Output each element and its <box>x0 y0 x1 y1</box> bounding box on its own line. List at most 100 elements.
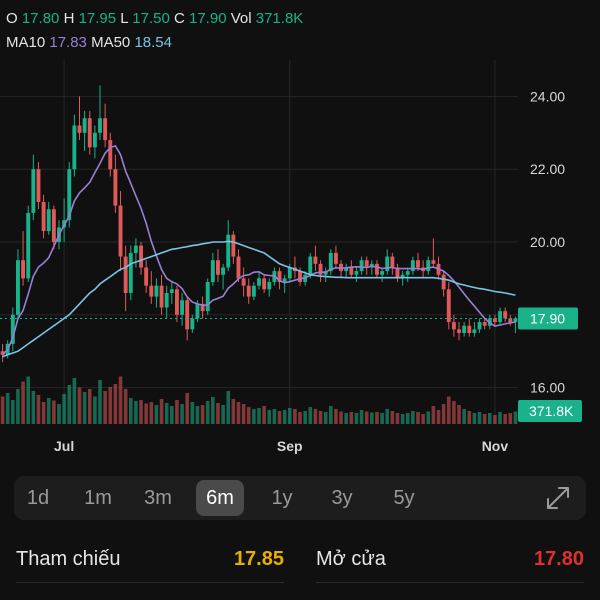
candle-body <box>333 252 338 264</box>
volume-bar <box>164 403 169 424</box>
candle-body <box>226 234 231 268</box>
volume-bar <box>144 403 148 424</box>
volume-bar <box>323 412 328 424</box>
candle-body <box>451 322 456 330</box>
candle-body <box>375 263 379 275</box>
volume-bar <box>318 411 323 424</box>
volume-bar <box>329 406 333 424</box>
open-price-label: Mở cửa <box>316 548 386 570</box>
timeframe-5y[interactable]: 5y <box>380 480 428 516</box>
volume-bar <box>241 404 246 424</box>
candle-body <box>246 285 251 297</box>
volume-bar <box>498 412 502 424</box>
candle-body <box>21 260 26 279</box>
candle-body <box>349 267 354 275</box>
timeframe-1m[interactable]: 1m <box>74 480 122 516</box>
volume-bar <box>416 412 420 424</box>
expand-icon[interactable] <box>544 484 572 512</box>
candle-body <box>31 169 36 213</box>
candle-body <box>262 278 267 290</box>
candle-body <box>257 278 261 286</box>
close-value: 17.90 <box>189 10 227 27</box>
candle-body <box>205 282 210 312</box>
volume-bar <box>16 389 20 424</box>
volume-bar <box>441 404 446 424</box>
candle-body <box>82 118 87 133</box>
candle-body <box>390 256 395 268</box>
candle-body <box>92 132 97 148</box>
moving-average-lines <box>0 144 518 358</box>
ma10-value: 17.83 <box>49 34 87 51</box>
volume-bar <box>452 401 456 424</box>
volume-label: Vol <box>230 10 252 27</box>
candle-body <box>457 329 461 333</box>
candle-body <box>503 311 508 319</box>
moving-average-summary: MA10 17.83 MA50 18.54 <box>6 34 172 51</box>
x-tick-label: Sep <box>277 438 303 454</box>
timeframe-3m[interactable]: 3m <box>134 480 182 516</box>
candle-body <box>118 205 123 257</box>
candle-body <box>416 260 420 268</box>
volume-bar <box>308 407 313 424</box>
last-price-label: 17.90 <box>530 310 565 326</box>
volume-bar <box>185 393 189 424</box>
volume-bar <box>221 405 225 424</box>
candle-body <box>190 318 195 330</box>
volume-bar <box>370 412 374 424</box>
candle-body <box>159 285 164 308</box>
volume-bar <box>477 412 482 424</box>
volume-bar <box>123 389 128 424</box>
volume-bar <box>41 402 46 424</box>
volume-bar <box>282 410 287 424</box>
timeframe-1y[interactable]: 1y <box>258 480 306 516</box>
volume-bar <box>11 400 15 424</box>
timeframe-6m[interactable]: 6m <box>196 480 244 516</box>
ma50-label: MA50 <box>91 34 131 51</box>
candle-body <box>185 300 190 330</box>
volume-bar <box>457 405 461 424</box>
volume-bar <box>354 413 359 424</box>
volume-bar <box>436 410 441 424</box>
volume-bar <box>375 412 379 424</box>
candle-body <box>477 322 482 330</box>
open-label: O <box>6 10 18 27</box>
volume-bar <box>108 387 113 424</box>
candle-body <box>144 267 149 286</box>
candle-body <box>313 256 318 264</box>
candle-body <box>441 274 446 290</box>
candle-body <box>169 289 174 293</box>
candle-body <box>103 118 108 141</box>
reference-price-label: Tham chiếu <box>16 548 121 570</box>
candle-body <box>405 271 410 275</box>
candle-body <box>46 209 51 232</box>
x-tick-label: Jul <box>54 438 74 454</box>
volume-bar <box>128 398 133 424</box>
candle-body <box>498 311 502 323</box>
volume-bar <box>487 413 492 424</box>
candle-body <box>482 322 487 326</box>
low-value: 17.50 <box>132 10 170 27</box>
candle-body <box>98 118 102 133</box>
candle-body <box>354 271 359 275</box>
volume-bar <box>98 380 102 424</box>
candle-body <box>241 278 246 286</box>
candle-body <box>154 285 159 297</box>
volume-bar <box>226 391 231 424</box>
timeframe-3y[interactable]: 3y <box>318 480 366 516</box>
candle-body <box>385 256 390 272</box>
volume-bar <box>493 415 497 424</box>
volume-bar <box>421 414 425 424</box>
volume-bar <box>67 385 72 424</box>
volume-bar <box>359 410 364 424</box>
volume-bar <box>426 411 431 424</box>
y-tick-label: 20.00 <box>530 234 565 250</box>
volume-bar <box>62 394 66 424</box>
volume-bar <box>380 413 384 424</box>
volume-bar <box>149 402 154 424</box>
candle-body <box>195 303 200 319</box>
volume-bar <box>395 413 400 424</box>
candle-body <box>231 234 236 257</box>
timeframe-1d[interactable]: 1d <box>14 480 62 516</box>
candle-body <box>180 300 185 315</box>
price-chart[interactable]: 24.00 22.00 20.00 16.00 17.90 371.8K Jul Sep Nov <box>0 60 600 460</box>
